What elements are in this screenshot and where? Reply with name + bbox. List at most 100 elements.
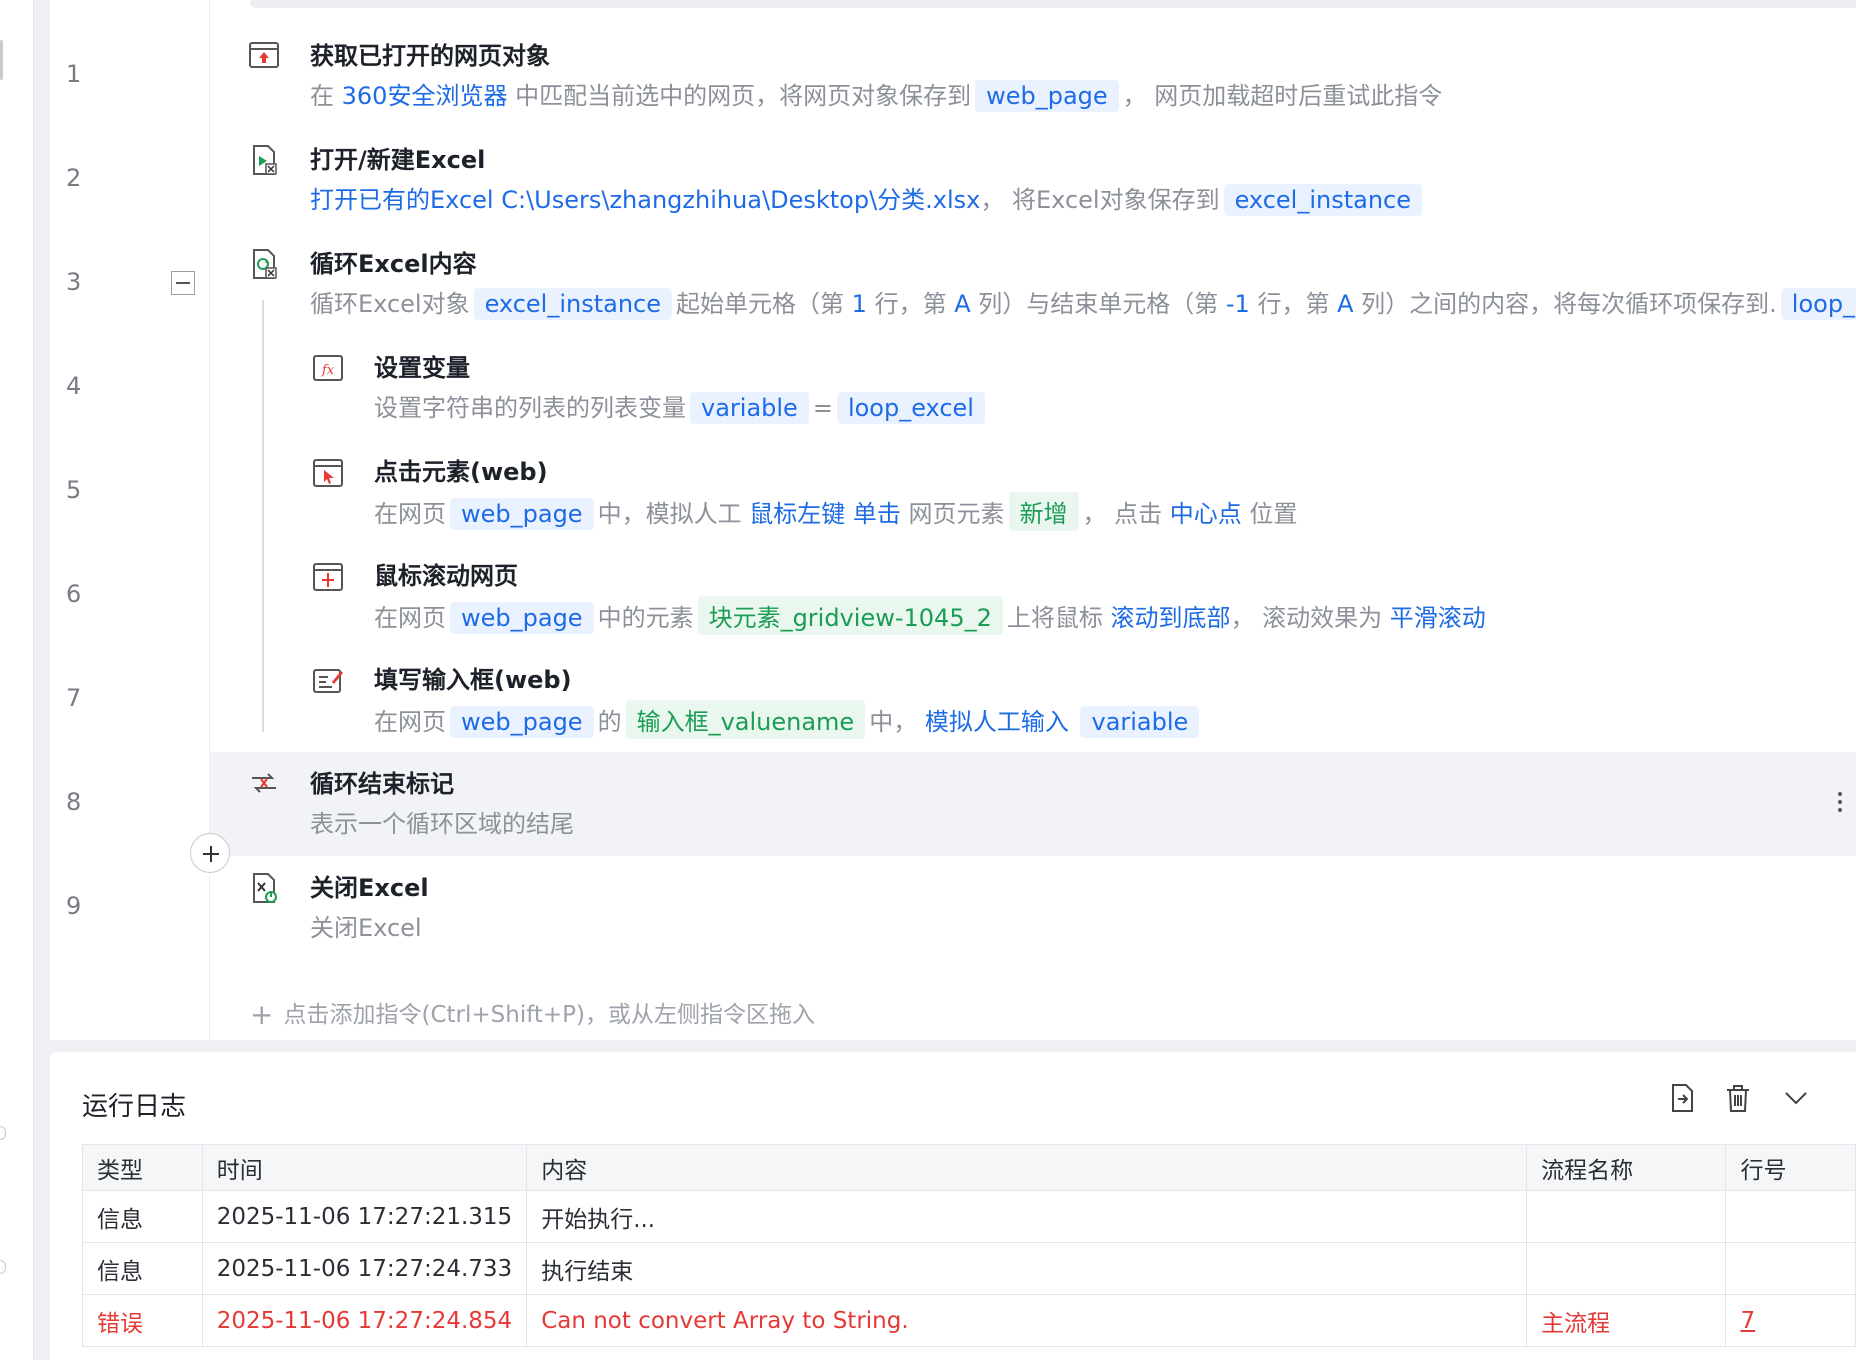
param-chip[interactable]: web_page <box>450 498 594 530</box>
param-keyword[interactable]: 1 <box>852 290 867 318</box>
step-title: 获取已打开的网页对象 <box>310 42 550 70</box>
desc-text: ， 点击 <box>1082 500 1170 528</box>
param-chip[interactable]: excel_instance <box>473 288 673 320</box>
flow-step-3[interactable]: 循环Excel内容 循环Excel对象 excel_instance 起始单元格（第… <box>210 232 1856 336</box>
param-chip[interactable]: web_page <box>450 706 594 738</box>
param-chip[interactable]: web_page <box>450 602 594 634</box>
line-number: 2 <box>66 164 82 192</box>
desc-text: 网页元素 <box>900 500 1005 528</box>
param-chip[interactable]: excel_instance <box>1223 184 1423 216</box>
left-side-rail <box>0 0 34 1360</box>
add-command-hint[interactable]: + 点击添加指令(Ctrl+Shift+P)，或从左侧指令区拖入 <box>250 995 815 1031</box>
desc-text: 列）与结束单元格（第 <box>970 290 1226 318</box>
step-title: 循环结束标记 <box>310 770 454 798</box>
svg-text:fx: fx <box>321 363 335 378</box>
column-header-content: 内容 <box>526 1144 1528 1191</box>
desc-text: 列）之间的内容，将每次循环项保存到. <box>1353 290 1777 318</box>
desc-text: 的 <box>597 708 622 736</box>
desc-text: 设置字符串的列表的列表变量 <box>374 394 686 422</box>
chevron-down-icon[interactable] <box>1780 1082 1812 1116</box>
log-flow[interactable]: 主流程 <box>1526 1294 1727 1347</box>
param-chip[interactable]: 块元素_gridview-1045_2 <box>697 596 1003 635</box>
param-keyword[interactable]: 模拟人工输入 <box>925 708 1069 736</box>
run-log-table: 类型 时间 内容 流程名称 行号 信息 2025-11-06 17:27:21.… <box>82 1144 1856 1347</box>
param-keyword[interactable]: 360安全浏览器 <box>342 82 508 110</box>
flow-step-2[interactable]: 打开/新建Excel 打开已有的Excel C:\Users\zhangzhih… <box>210 128 1856 232</box>
line-number: 7 <box>66 684 82 712</box>
param-keyword[interactable]: 平滑滚动 <box>1390 604 1486 632</box>
flow-step-1[interactable]: 获取已打开的网页对象 在 360安全浏览器 中匹配当前选中的网页，将网页对象保存… <box>210 24 1856 128</box>
export-icon[interactable] <box>1666 1082 1698 1116</box>
trash-icon[interactable] <box>1722 1082 1754 1116</box>
log-flow <box>1526 1242 1727 1295</box>
rail-handle[interactable] <box>0 1126 6 1140</box>
desc-text: 中的元素 <box>597 604 694 632</box>
log-flow <box>1526 1190 1727 1243</box>
step-desc: 打开已有的Excel C:\Users\zhangzhihua\Desktop\… <box>310 180 1426 216</box>
loop-end-icon <box>248 768 280 798</box>
step-title: 填写输入框(web) <box>374 666 572 694</box>
desc-text: 中匹配当前选中的网页，将网页对象保存到 <box>507 82 972 110</box>
param-keyword[interactable]: A <box>1337 290 1353 318</box>
flow-step-4[interactable]: fx 设置变量 设置字符串的列表的列表变量 variable = loop_excel <box>210 336 1856 440</box>
log-content: 开始执行... <box>526 1190 1528 1243</box>
rail-tick <box>0 40 3 80</box>
step-desc: 关闭Excel <box>310 908 422 943</box>
log-type: 错误 <box>82 1294 203 1347</box>
step-desc: 在 360安全浏览器 中匹配当前选中的网页，将网页对象保存到 web_page， … <box>310 76 1442 112</box>
line-number: 8 <box>66 788 82 816</box>
click-element-icon <box>312 458 344 488</box>
table-row[interactable]: 错误 2025-11-06 17:27:24.854 Can not conve… <box>82 1294 1856 1347</box>
desc-text <box>1069 708 1077 736</box>
desc-text: 表示一个循环区域的结尾 <box>310 810 574 838</box>
param-chip[interactable]: 输入框_valuename <box>625 700 866 739</box>
excel-loop-icon <box>248 248 280 279</box>
editor-top-bar <box>250 0 1856 8</box>
column-header-flow: 流程名称 <box>1526 1144 1727 1191</box>
log-line[interactable]: 7 <box>1725 1294 1856 1347</box>
param-chip[interactable]: 新增 <box>1008 492 1079 531</box>
desc-text: 行，第 <box>866 290 955 318</box>
add-command-text: 点击添加指令(Ctrl+Shift+P)，或从左侧指令区拖入 <box>283 1002 816 1028</box>
table-row[interactable]: 信息 2025-11-06 17:27:21.315 开始执行... <box>82 1190 1856 1243</box>
browser-page-icon <box>248 40 280 70</box>
flow-step-5[interactable]: 点击元素(web) 在网页 web_page 中，模拟人工 鼠标左键 单击 网页元素… <box>210 440 1856 544</box>
param-chip[interactable]: variable <box>690 392 809 424</box>
param-keyword[interactable]: C:\Users\zhangzhihua\Desktop\分类.xlsx <box>501 186 980 214</box>
column-header-type: 类型 <box>82 1144 203 1191</box>
log-time: 2025-11-06 17:27:21.315 <box>201 1190 528 1243</box>
param-keyword[interactable]: 鼠标左键 <box>749 500 845 528</box>
desc-text: 起始单元格（第 <box>676 290 852 318</box>
table-row[interactable]: 信息 2025-11-06 17:27:24.733 执行结束 <box>82 1242 1856 1295</box>
param-keyword[interactable]: 打开已有的Excel <box>310 186 494 214</box>
param-keyword[interactable]: 单击 <box>853 500 901 528</box>
collapse-loop-button[interactable] <box>171 271 195 295</box>
column-header-line: 行号 <box>1725 1144 1856 1191</box>
flow-step-6[interactable]: 鼠标滚动网页 在网页 web_page 中的元素 块元素_gridview-1045_… <box>210 544 1856 648</box>
flow-step-8[interactable]: 循环结束标记 表示一个循环区域的结尾 <box>210 752 1856 856</box>
flow-step-7[interactable]: 填写输入框(web) 在网页 web_page 的输入框_valuename 中， 模… <box>210 648 1856 752</box>
param-keyword[interactable]: 中心点 <box>1170 500 1242 528</box>
log-line <box>1725 1190 1856 1243</box>
log-type: 信息 <box>82 1190 203 1243</box>
param-keyword[interactable]: -1 <box>1226 290 1250 318</box>
excel-open-icon <box>248 144 280 175</box>
param-chip[interactable]: loop_excel <box>836 392 985 424</box>
log-time: 2025-11-06 17:27:24.854 <box>201 1294 528 1347</box>
line-link[interactable]: 7 <box>1740 1308 1755 1334</box>
param-keyword[interactable]: 滚动到底部 <box>1111 604 1231 632</box>
more-options-icon[interactable] <box>1830 788 1850 818</box>
table-header-row: 类型 时间 内容 流程名称 行号 <box>82 1144 1856 1191</box>
step-title: 鼠标滚动网页 <box>374 562 518 590</box>
line-number: 3 <box>66 268 82 296</box>
step-title: 点击元素(web) <box>374 458 548 486</box>
param-chip[interactable]: variable <box>1080 706 1200 738</box>
flow-step-9[interactable]: 关闭Excel 关闭Excel <box>210 856 1856 960</box>
param-chip[interactable]: web_page <box>975 80 1119 112</box>
param-chip[interactable]: loop_iter <box>1780 288 1856 320</box>
desc-text: 循环Excel对象 <box>310 290 470 318</box>
log-toolbar <box>1656 1082 1856 1118</box>
rail-handle[interactable] <box>0 1260 6 1274</box>
param-keyword[interactable]: A <box>954 290 970 318</box>
desc-text: 在网页 <box>374 708 446 736</box>
